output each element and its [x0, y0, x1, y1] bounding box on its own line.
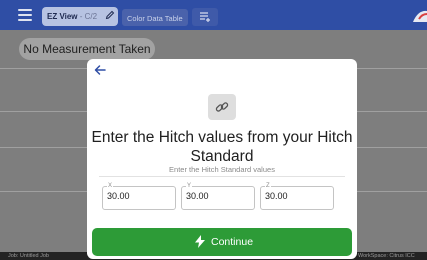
hitch-z-label: Z: [265, 182, 271, 190]
add-tab-button[interactable]: [192, 8, 218, 26]
measurement-status-pill: No Measurement Taken: [19, 38, 155, 60]
hitch-z-field[interactable]: Z: [260, 182, 334, 210]
add-tab-icon: [200, 12, 210, 22]
tab-ez-view-label: EZ View: [47, 12, 78, 21]
hitch-x-input[interactable]: [107, 191, 171, 201]
dialog-divider: [99, 176, 345, 177]
pencil-icon[interactable]: [105, 10, 115, 20]
top-toolbar: EZ View - C/2 Color Data Table: [0, 0, 427, 30]
workspace-label: WorkSpace: Citrus ICC: [358, 253, 415, 259]
hitch-x-field[interactable]: X: [102, 182, 176, 210]
hitch-y-field[interactable]: Y: [181, 182, 255, 210]
link-icon: [215, 102, 229, 112]
continue-button[interactable]: Continue: [92, 228, 352, 256]
dialog-subtitle: Enter the Hitch Standard values: [169, 165, 275, 174]
tab-color-data-table[interactable]: Color Data Table: [122, 9, 188, 26]
menu-icon[interactable]: [18, 9, 32, 21]
tab-ez-view[interactable]: EZ View - C/2: [42, 7, 118, 26]
bolt-icon: [195, 235, 205, 248]
tab-color-data-table-label: Color Data Table: [127, 14, 183, 23]
hitch-y-input[interactable]: [186, 191, 250, 201]
app-logo-icon: [413, 10, 427, 22]
hitch-y-label: Y: [186, 182, 193, 190]
back-arrow-icon[interactable]: [93, 63, 107, 77]
link-icon-badge: [208, 94, 236, 120]
job-label: Job: Untitled Job: [8, 253, 49, 259]
dialog-title: Enter the Hitch values from your Hitch S…: [91, 129, 353, 165]
continue-label: Continue: [211, 236, 254, 248]
hitch-x-label: X: [107, 182, 114, 190]
tab-ez-view-sub: - C/2: [77, 12, 98, 21]
hitch-z-input[interactable]: [265, 191, 329, 201]
hitch-values-dialog: Enter the Hitch values from your Hitch S…: [87, 59, 357, 259]
